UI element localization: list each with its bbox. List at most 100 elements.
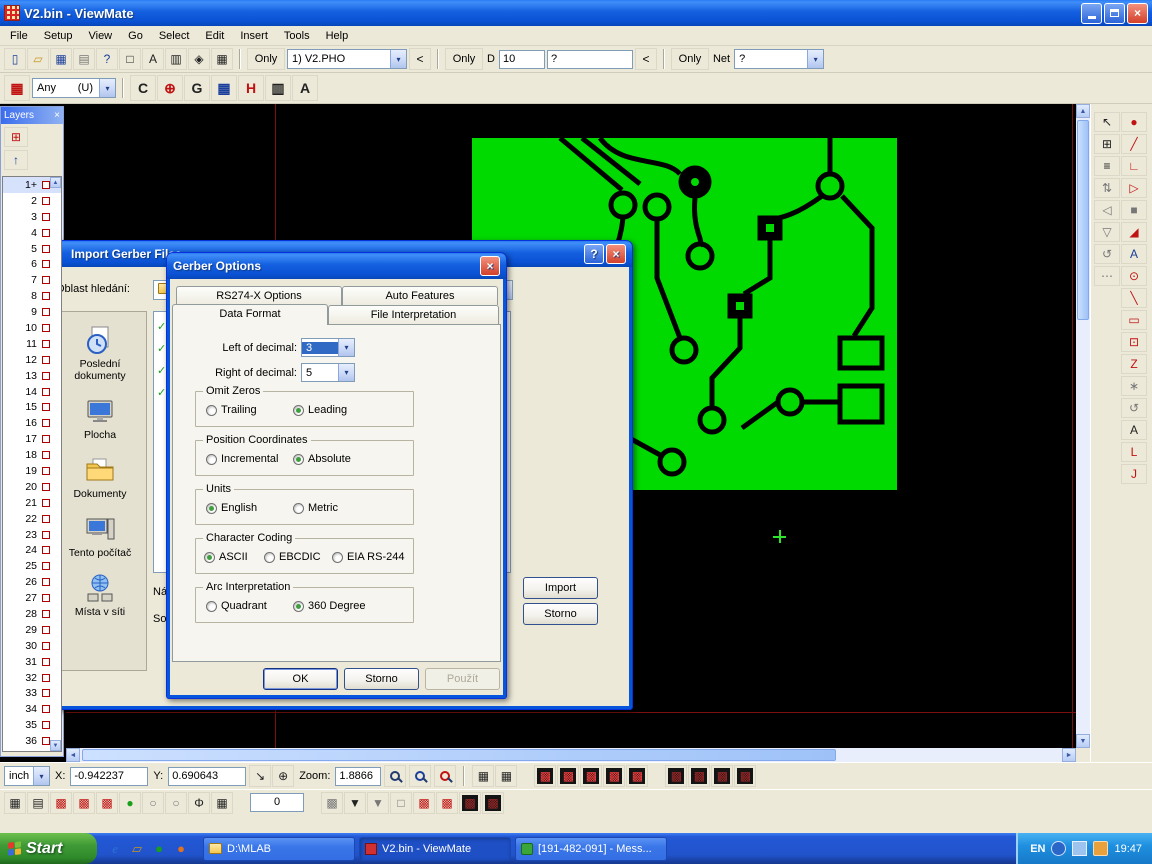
layer-row[interactable]: 8 xyxy=(3,288,61,304)
radio-incremental[interactable]: Incremental xyxy=(206,453,278,465)
layer-row[interactable]: 23 xyxy=(3,527,61,543)
folder-quick-icon[interactable]: ▱ xyxy=(127,838,147,860)
menu-item[interactable]: Setup xyxy=(36,28,81,44)
lamp-icon[interactable]: ○ xyxy=(142,792,164,814)
ie-icon[interactable]: e xyxy=(105,838,125,860)
only-net-toggle[interactable]: Only xyxy=(671,48,709,70)
file-select[interactable]: 1) V2.PHO ▾ xyxy=(287,49,407,69)
radio-ebcdic[interactable]: EBCDIC xyxy=(264,551,321,563)
layer-color-swatch[interactable] xyxy=(42,483,50,491)
graph-icon[interactable]: ▦ xyxy=(211,48,233,70)
dcode-pad-icon[interactable]: ▩ xyxy=(626,765,648,787)
zoom-window-icon[interactable]: ⊞ xyxy=(1094,134,1120,154)
chevron-down-icon[interactable]: ▾ xyxy=(390,50,406,68)
open-file-icon[interactable]: ▱ xyxy=(27,48,49,70)
table-edit-icon[interactable]: ▦ xyxy=(495,765,517,787)
prev-dcode-button[interactable]: < xyxy=(635,48,657,70)
dcode-pad-icon[interactable]: ▩ xyxy=(534,765,556,787)
layer-color-swatch[interactable] xyxy=(42,658,50,666)
tray-app-icon[interactable] xyxy=(1093,841,1108,856)
layer-color-swatch[interactable] xyxy=(42,674,50,682)
more-tools-icon[interactable]: ⋯ xyxy=(1094,266,1120,286)
arrow-draw-icon[interactable]: ▷ xyxy=(1121,178,1147,198)
highlight-icon[interactable]: ▥ xyxy=(165,48,187,70)
dark-pad-icon[interactable]: ▩ xyxy=(482,792,504,814)
save-icon[interactable]: ▦ xyxy=(50,48,72,70)
task-button-viewmate[interactable]: V2.bin - ViewMate xyxy=(359,837,511,861)
anchor-down-icon[interactable]: ▼ xyxy=(344,792,366,814)
dialog-title-bar[interactable]: Gerber Options × xyxy=(167,253,506,279)
menu-item[interactable]: File xyxy=(2,28,36,44)
layer-row[interactable]: 15 xyxy=(3,399,61,415)
layer-color-swatch[interactable] xyxy=(42,562,50,570)
layer-color-swatch[interactable] xyxy=(42,308,50,316)
chevron-down-icon[interactable]: ▾ xyxy=(338,364,354,381)
task-button-message[interactable]: [191-482-091] - Mess... xyxy=(515,837,667,861)
dark-pad-icon[interactable]: ▩ xyxy=(459,792,481,814)
settings-icon[interactable]: ∗ xyxy=(1121,376,1147,396)
layer-color-swatch[interactable] xyxy=(42,276,50,284)
menu-item[interactable]: Edit xyxy=(197,28,232,44)
layer-row[interactable]: 18 xyxy=(3,447,61,463)
layer-row[interactable]: 3 xyxy=(3,209,61,225)
radio-metric[interactable]: Metric xyxy=(293,502,338,514)
radio-quadrant[interactable]: Quadrant xyxy=(206,600,267,612)
apply-button[interactable]: Použít xyxy=(425,668,500,690)
radio-360-degree[interactable]: 360 Degree xyxy=(293,600,366,612)
close-button[interactable]: × xyxy=(480,256,500,276)
tool-target-icon[interactable]: ⊕ xyxy=(157,75,183,101)
only-file-toggle[interactable]: Only xyxy=(247,48,285,70)
left-decimal-select[interactable]: 3 ▾ xyxy=(301,338,355,357)
pad-draw-icon[interactable]: ● xyxy=(1121,112,1147,132)
vertical-scroll-thumb[interactable] xyxy=(1077,120,1089,320)
firefox-icon[interactable]: ● xyxy=(171,838,191,860)
filled-rect-icon[interactable]: ■ xyxy=(1121,200,1147,220)
layer-row[interactable]: 19 xyxy=(3,463,61,479)
tool-h-red-icon[interactable]: H xyxy=(238,75,264,101)
close-button[interactable]: × xyxy=(1127,3,1148,24)
help-button[interactable]: ? xyxy=(584,244,604,264)
layer-row[interactable]: 20 xyxy=(3,479,61,495)
green-app-icon[interactable]: ● xyxy=(149,838,169,860)
diagonal-draw-icon[interactable]: ╲ xyxy=(1121,288,1147,308)
title-bar[interactable]: V2.bin - ViewMate × xyxy=(0,0,1152,26)
dcode-pad-icon[interactable]: ▩ xyxy=(580,765,602,787)
tab-data-format[interactable]: Data Format xyxy=(172,304,328,325)
mirror-v-icon[interactable]: ▽ xyxy=(1094,222,1120,242)
aperture-filter-select[interactable]: Any (U) ▾ xyxy=(32,78,116,98)
new-file-icon[interactable]: ▯ xyxy=(4,48,26,70)
drop-icon[interactable]: ▼ xyxy=(367,792,389,814)
horizontal-scroll-thumb[interactable] xyxy=(82,749,836,761)
lamp-icon[interactable]: ○ xyxy=(165,792,187,814)
layer-row[interactable]: 11 xyxy=(3,336,61,352)
layer-row[interactable]: 21 xyxy=(3,495,61,511)
measure-distance-icon[interactable]: ↘ xyxy=(249,765,271,787)
layer-row[interactable]: 10 xyxy=(3,320,61,336)
dcode-pad-icon[interactable]: ▩ xyxy=(557,765,579,787)
layer-row[interactable]: 30 xyxy=(3,638,61,654)
select-area-icon[interactable]: □ xyxy=(119,48,141,70)
layer-color-swatch[interactable] xyxy=(42,451,50,459)
layer-color-swatch[interactable] xyxy=(42,515,50,523)
close-icon[interactable]: × xyxy=(54,111,60,121)
pointer-icon[interactable]: ↖ xyxy=(1094,112,1120,132)
layer-color-swatch[interactable] xyxy=(42,499,50,507)
layer-color-swatch[interactable] xyxy=(42,467,50,475)
layer-color-swatch[interactable] xyxy=(42,229,50,237)
net-pad-icon[interactable]: ▩ xyxy=(688,765,710,787)
table-view-icon[interactable]: ▦ xyxy=(472,765,494,787)
circle-draw-icon[interactable]: ⊙ xyxy=(1121,266,1147,286)
red-pad-icon[interactable]: ▩ xyxy=(436,792,458,814)
swap-icon[interactable]: ⇅ xyxy=(1094,178,1120,198)
l-shape-icon[interactable]: L xyxy=(1121,442,1147,462)
line-draw-icon[interactable]: ╱ xyxy=(1121,134,1147,154)
dcode-value-input[interactable]: 10 xyxy=(499,50,545,69)
rect-outline-icon[interactable]: ▭ xyxy=(1121,310,1147,330)
layer-row[interactable]: 32 xyxy=(3,670,61,686)
layer-row[interactable]: 28 xyxy=(3,606,61,622)
layer-color-swatch[interactable] xyxy=(42,197,50,205)
chevron-down-icon[interactable]: ▾ xyxy=(99,79,115,97)
layer-color-swatch[interactable] xyxy=(42,372,50,380)
tool-c-icon[interactable]: C xyxy=(130,75,156,101)
task-button-mlab[interactable]: D:\MLAB xyxy=(203,837,355,861)
